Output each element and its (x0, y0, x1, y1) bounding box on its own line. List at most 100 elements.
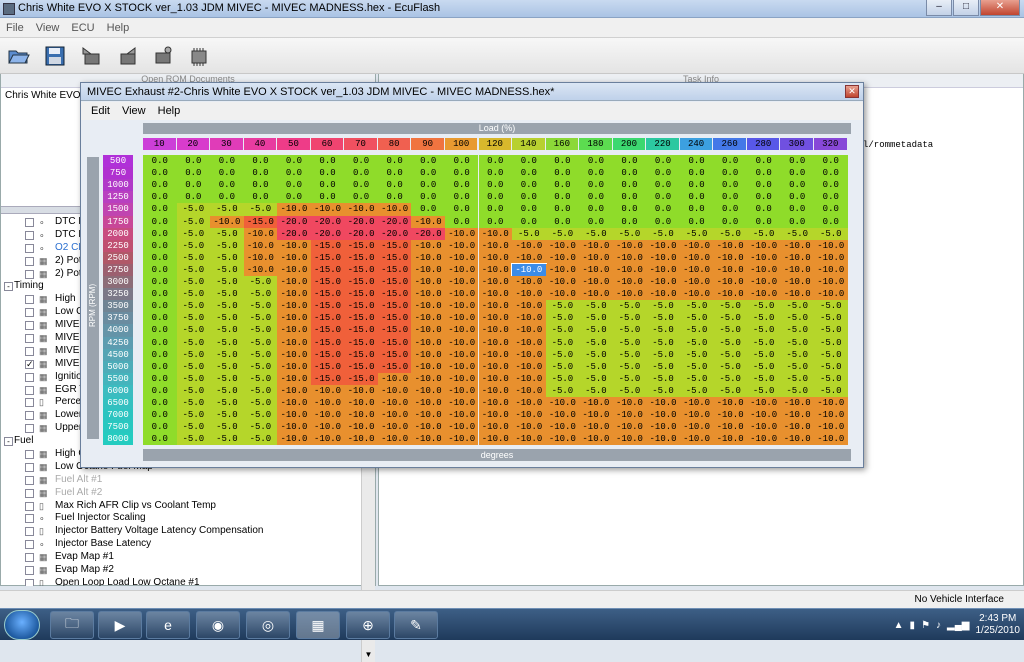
map-cell[interactable]: -15.0 (344, 348, 378, 361)
tree-item[interactable]: ∘ Injector Base Latency (1, 538, 363, 551)
map-cell[interactable]: 0.0 (143, 409, 177, 422)
map-cell[interactable]: -5.0 (713, 336, 747, 349)
map-cell[interactable]: 0.0 (310, 155, 345, 168)
map-cell[interactable]: -5.0 (780, 324, 814, 337)
network-task-icon[interactable]: ⊕ (346, 611, 390, 639)
map-cell[interactable]: -10.0 (277, 409, 311, 422)
map-cell[interactable]: -5.0 (176, 263, 211, 277)
map-cell[interactable]: -5.0 (243, 384, 278, 398)
rpm-axis-cell[interactable]: 3750 (103, 312, 133, 325)
map-cell[interactable]: 0.0 (478, 179, 513, 192)
map-cell[interactable]: -10.0 (746, 397, 781, 410)
map-cell[interactable]: 0.0 (377, 167, 412, 180)
map-cell[interactable]: -10.0 (310, 421, 345, 434)
map-cell[interactable]: -10.0 (411, 421, 445, 434)
map-cell[interactable]: -5.0 (210, 372, 244, 385)
map-cell[interactable]: -5.0 (612, 360, 647, 373)
map-cell[interactable]: -10.0 (780, 276, 814, 289)
map-cell[interactable]: 0.0 (646, 191, 680, 204)
map-cell[interactable]: -10.0 (545, 288, 580, 301)
rpm-axis-cell[interactable]: 4000 (103, 324, 133, 337)
load-axis-cell[interactable]: 20 (176, 138, 210, 151)
map-cell[interactable]: -5.0 (746, 348, 781, 361)
map-cell[interactable]: -20.0 (411, 227, 445, 240)
map-cell[interactable]: -15.0 (344, 251, 378, 264)
map-cell[interactable]: 0.0 (814, 191, 848, 204)
map-cell[interactable]: -10.0 (478, 360, 513, 373)
map-cell[interactable]: -10.0 (377, 203, 412, 216)
map-cell[interactable]: -5.0 (746, 227, 781, 240)
map-cell[interactable]: -10.0 (478, 300, 513, 313)
map-cell[interactable]: -10.0 (780, 433, 814, 446)
rpm-axis-cell[interactable]: 4500 (103, 348, 133, 361)
map-cell[interactable]: -10.0 (210, 215, 244, 228)
map-cell[interactable]: 0.0 (210, 179, 244, 192)
map-cell[interactable]: -10.0 (411, 312, 445, 325)
map-cell[interactable]: -5.0 (176, 360, 211, 373)
map-cell[interactable]: -5.0 (679, 312, 714, 325)
rpm-axis-cell[interactable]: 7500 (103, 421, 133, 434)
map-cell[interactable]: -10.0 (814, 276, 848, 289)
map-cell[interactable]: 0.0 (746, 203, 781, 216)
map-cell[interactable]: -5.0 (210, 360, 244, 373)
map-cell[interactable]: -5.0 (713, 348, 747, 361)
map-cell[interactable]: -10.0 (277, 263, 311, 277)
map-cell[interactable]: -10.0 (277, 276, 311, 289)
map-cell[interactable]: -15.0 (344, 300, 378, 313)
map-cell[interactable]: -10.0 (512, 324, 546, 337)
map-cell[interactable]: -10.0 (478, 263, 513, 277)
map-cell[interactable]: -15.0 (377, 263, 412, 277)
load-axis-cell[interactable]: 10 (143, 138, 176, 151)
map-cell[interactable]: -15.0 (310, 300, 345, 313)
map-cell[interactable]: -10.0 (444, 360, 479, 373)
map-cell[interactable]: -10.0 (814, 288, 848, 301)
tree-item[interactable]: ▯ Injector Battery Voltage Latency Compen… (1, 525, 363, 538)
write-ecu-button[interactable] (112, 42, 142, 70)
map-cell[interactable]: -5.0 (713, 300, 747, 313)
map-cell[interactable]: -5.0 (646, 360, 680, 373)
map-cell[interactable]: -5.0 (612, 336, 647, 349)
map-cell[interactable]: 0.0 (243, 179, 278, 192)
map-cell[interactable]: -5.0 (579, 348, 613, 361)
map-cell[interactable]: -5.0 (176, 203, 211, 216)
map-cell[interactable]: -5.0 (612, 300, 647, 313)
map-cell[interactable]: -5.0 (579, 312, 613, 325)
map-cell[interactable]: -5.0 (679, 336, 714, 349)
load-axis-cell[interactable]: 70 (344, 138, 377, 151)
map-cell[interactable]: -5.0 (210, 227, 244, 240)
tree-item-checkbox[interactable] (25, 514, 34, 524)
tree-item[interactable]: ▯ Open Loop Load Low Octane #1 (1, 577, 363, 586)
tree-item-checkbox[interactable] (25, 218, 34, 227)
map-cell[interactable]: -10.0 (545, 276, 580, 289)
map-cell[interactable]: 0.0 (143, 155, 177, 168)
selected-map-cell[interactable]: -10.0 (511, 262, 547, 278)
map-cell[interactable]: -5.0 (679, 348, 714, 361)
map-cell[interactable]: -10.0 (646, 397, 680, 410)
tree-item-checkbox[interactable] (25, 475, 34, 485)
map-cell[interactable]: 0.0 (579, 215, 613, 228)
tree-item-checkbox[interactable] (25, 385, 34, 395)
map-cell[interactable]: -5.0 (646, 312, 680, 325)
map-cell[interactable]: -10.0 (277, 421, 311, 434)
map-cell[interactable]: 0.0 (646, 155, 680, 168)
map-cell[interactable]: -10.0 (612, 397, 647, 410)
map-cell[interactable]: -10.0 (746, 251, 781, 264)
map-cell[interactable]: 0.0 (512, 191, 546, 204)
map-cell[interactable]: -10.0 (444, 372, 479, 385)
map-cell[interactable]: -10.0 (478, 288, 513, 301)
map-cell[interactable]: -5.0 (176, 348, 211, 361)
map-cell[interactable]: -10.0 (612, 239, 647, 252)
map-cell[interactable]: -5.0 (243, 409, 278, 422)
map-cell[interactable]: -10.0 (277, 312, 311, 325)
map-cell[interactable]: 0.0 (210, 167, 244, 180)
map-cell[interactable]: 0.0 (545, 179, 580, 192)
save-button[interactable] (40, 42, 70, 70)
map-cell[interactable]: -5.0 (243, 276, 278, 289)
map-cell[interactable]: 0.0 (143, 433, 177, 446)
map-cell[interactable]: -15.0 (310, 239, 345, 252)
map-cell[interactable]: 0.0 (545, 167, 580, 180)
scroll-down-arrow-icon[interactable]: ▼ (363, 650, 374, 660)
map-cell[interactable]: -10.0 (478, 372, 513, 385)
map-cell[interactable]: 0.0 (210, 191, 244, 204)
rpm-axis-cell[interactable]: 1750 (103, 215, 133, 228)
